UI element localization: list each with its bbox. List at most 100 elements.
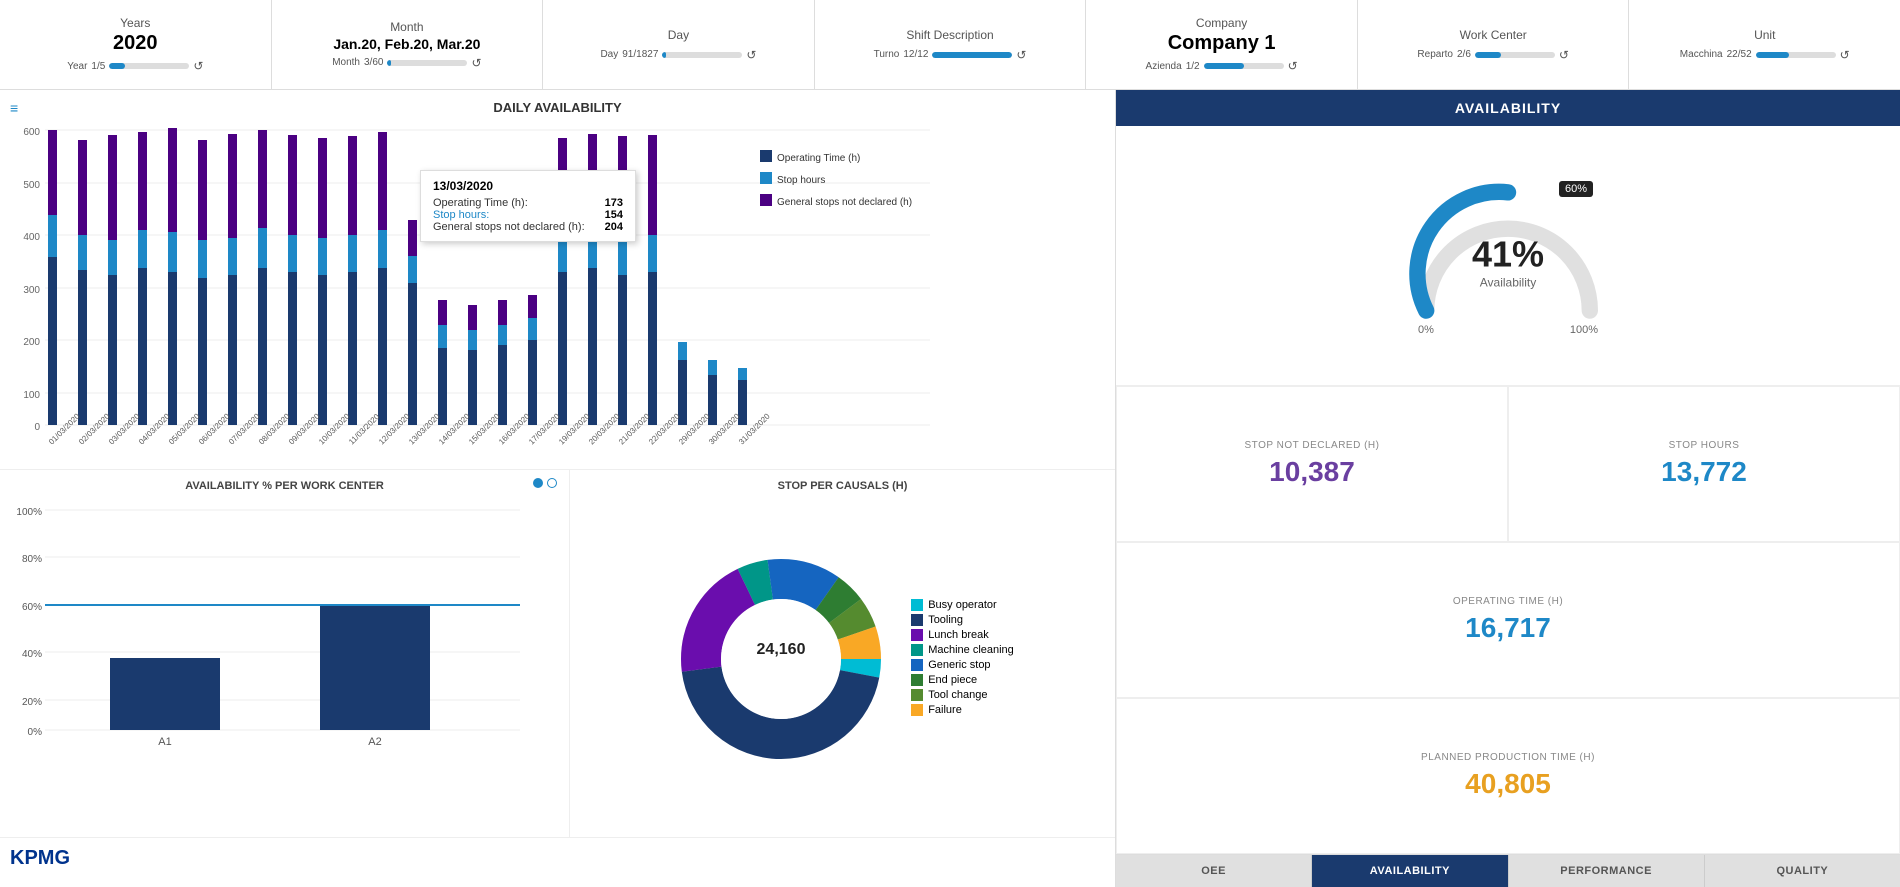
month-title: Month bbox=[390, 20, 423, 34]
tooltip-general: General stops not declared (h): 204 bbox=[433, 221, 623, 233]
years-progress-fill bbox=[109, 63, 125, 69]
stats-grid: STOP NOT DECLARED (H) 10,387 STOP HOURS … bbox=[1116, 386, 1900, 854]
legend-color-cleaning bbox=[911, 644, 923, 656]
tooltip-operating: Operating Time (h): 173 bbox=[433, 197, 623, 209]
availability-percent-chart-svg: 100% 80% 60% 40% 20% 0% A1 bbox=[10, 500, 550, 750]
tab-oee[interactable]: OEE bbox=[1116, 855, 1312, 887]
shift-title: Shift Description bbox=[906, 28, 993, 42]
day-sub: Day 91/1827 ↺ bbox=[553, 48, 804, 62]
unit-refresh-icon[interactable]: ↺ bbox=[1840, 48, 1850, 62]
unit-sub: Macchina 22/52 ↺ bbox=[1639, 48, 1890, 62]
day-refresh-icon[interactable]: ↺ bbox=[746, 48, 756, 62]
legend-busy-operator: Busy operator bbox=[911, 599, 1014, 611]
bottom-left-wrapper: AVAILABILITY % PER WORK CENTER 100% 80% … bbox=[0, 470, 1115, 837]
workcenter-progress bbox=[1475, 52, 1555, 58]
month-label: Month bbox=[332, 57, 360, 68]
legend-color-toolchange bbox=[911, 689, 923, 701]
svg-text:Operating Time (h): Operating Time (h) bbox=[777, 153, 860, 164]
stat-stop-not-declared-label: STOP NOT DECLARED (H) bbox=[1245, 440, 1380, 451]
unit-title: Unit bbox=[1754, 28, 1775, 42]
filter-workcenter: Work Center Reparto 2/6 ↺ bbox=[1358, 0, 1630, 89]
stat-operating-time-value: 16,717 bbox=[1465, 612, 1551, 644]
company-refresh-icon[interactable]: ↺ bbox=[1288, 59, 1298, 73]
tooltip-operating-label: Operating Time (h): bbox=[433, 197, 528, 209]
legend-tool-change: Tool change bbox=[911, 689, 1014, 701]
workcenter-refresh-icon[interactable]: ↺ bbox=[1559, 48, 1569, 62]
availability-percent-section: AVAILABILITY % PER WORK CENTER 100% 80% … bbox=[0, 470, 570, 837]
legend-label-busy: Busy operator bbox=[928, 599, 996, 611]
unit-label: Macchina bbox=[1680, 49, 1723, 60]
left-panel: ≡ DAILY AVAILABILITY 600 500 400 300 200… bbox=[0, 90, 1116, 887]
unit-counter: 22/52 bbox=[1727, 49, 1752, 60]
gauge-min-label: 0% bbox=[1418, 324, 1434, 336]
shift-refresh-icon[interactable]: ↺ bbox=[1016, 48, 1026, 62]
company-progress-fill bbox=[1204, 63, 1244, 69]
unit-progress bbox=[1756, 52, 1836, 58]
tab-quality[interactable]: QUALITY bbox=[1705, 855, 1900, 887]
day-progress-fill bbox=[662, 52, 666, 58]
legend-label-cleaning: Machine cleaning bbox=[928, 644, 1014, 656]
legend-failure: Failure bbox=[911, 704, 1014, 716]
gauge-max-label: 100% bbox=[1570, 324, 1598, 336]
company-title: Company bbox=[1196, 16, 1247, 30]
legend-machine-cleaning: Machine cleaning bbox=[911, 644, 1014, 656]
svg-text:A1: A1 bbox=[158, 736, 171, 748]
footer-area: KPMG bbox=[0, 837, 1115, 887]
filter-shift: Shift Description Turno 12/12 ↺ bbox=[815, 0, 1087, 89]
stop-causals-section: STOP PER CAUSALS (H) bbox=[570, 470, 1115, 837]
svg-text:0%: 0% bbox=[28, 727, 43, 738]
tab-availability[interactable]: AVAILABILITY bbox=[1312, 855, 1508, 887]
month-refresh-icon[interactable]: ↺ bbox=[471, 56, 481, 70]
unit-progress-fill bbox=[1756, 52, 1790, 58]
years-progress bbox=[109, 63, 189, 69]
workcenter-title: Work Center bbox=[1460, 28, 1527, 42]
expand-dot-filled[interactable] bbox=[533, 478, 543, 488]
svg-text:General stops not declared (h): General stops not declared (h) bbox=[777, 197, 912, 208]
years-sub: Year 1/5 ↺ bbox=[10, 59, 261, 73]
availability-header: AVAILABILITY bbox=[1116, 90, 1900, 126]
availability-percent-title: AVAILABILITY % PER WORK CENTER bbox=[10, 480, 559, 492]
day-label: Day bbox=[600, 49, 618, 60]
month-sub: Month 3/60 ↺ bbox=[282, 56, 533, 70]
svg-text:300: 300 bbox=[23, 285, 40, 296]
svg-text:KPMG: KPMG bbox=[10, 847, 70, 869]
main-content: ≡ DAILY AVAILABILITY 600 500 400 300 200… bbox=[0, 90, 1900, 887]
svg-text:100%: 100% bbox=[16, 507, 42, 518]
filter-years: Years 2020 Year 1/5 ↺ bbox=[0, 0, 272, 89]
pie-legend: Busy operator Tooling Lunch break M bbox=[891, 599, 1014, 719]
tooltip-general-label: General stops not declared (h): bbox=[433, 221, 585, 233]
svg-text:60%: 60% bbox=[22, 602, 42, 613]
kpmg-logo-svg: KPMG bbox=[10, 842, 90, 872]
legend-label-tooling: Tooling bbox=[928, 614, 963, 626]
svg-text:100: 100 bbox=[23, 390, 40, 401]
chart-tooltip: 13/03/2020 Operating Time (h): 173 Stop … bbox=[420, 170, 636, 242]
legend-end-piece: End piece bbox=[911, 674, 1014, 686]
svg-text:600: 600 bbox=[23, 127, 40, 138]
stat-stop-hours: STOP HOURS 13,772 bbox=[1508, 386, 1900, 542]
expand-icons bbox=[533, 478, 557, 488]
legend-label-generic: Generic stop bbox=[928, 659, 990, 671]
workcenter-sub: Reparto 2/6 ↺ bbox=[1368, 48, 1619, 62]
legend-color-endpiece bbox=[911, 674, 923, 686]
right-panel: AVAILABILITY 41% Availability 0% 100% 60… bbox=[1116, 90, 1900, 887]
shift-progress bbox=[932, 52, 1012, 58]
svg-text:80%: 80% bbox=[22, 554, 42, 565]
years-refresh-icon[interactable]: ↺ bbox=[193, 59, 203, 73]
tooltip-operating-value: 173 bbox=[605, 197, 623, 209]
month-counter: 3/60 bbox=[364, 57, 383, 68]
gauge-availability-label: Availability bbox=[1472, 275, 1544, 289]
legend-lunch-break: Lunch break bbox=[911, 629, 1014, 641]
tooltip-stop: Stop hours: 154 bbox=[433, 209, 623, 221]
legend-color-generic bbox=[911, 659, 923, 671]
month-progress bbox=[387, 60, 467, 66]
hamburger-icon[interactable]: ≡ bbox=[10, 100, 18, 116]
company-progress bbox=[1204, 63, 1284, 69]
shift-counter: 12/12 bbox=[903, 49, 928, 60]
expand-dot-outline[interactable] bbox=[547, 478, 557, 488]
svg-text:A2: A2 bbox=[368, 736, 381, 748]
stat-stop-hours-label: STOP HOURS bbox=[1669, 440, 1740, 451]
company-value: Company 1 bbox=[1168, 32, 1276, 55]
legend-label-failure: Failure bbox=[928, 704, 962, 716]
legend-color-lunch bbox=[911, 629, 923, 641]
tab-performance[interactable]: PERFORMANCE bbox=[1509, 855, 1705, 887]
